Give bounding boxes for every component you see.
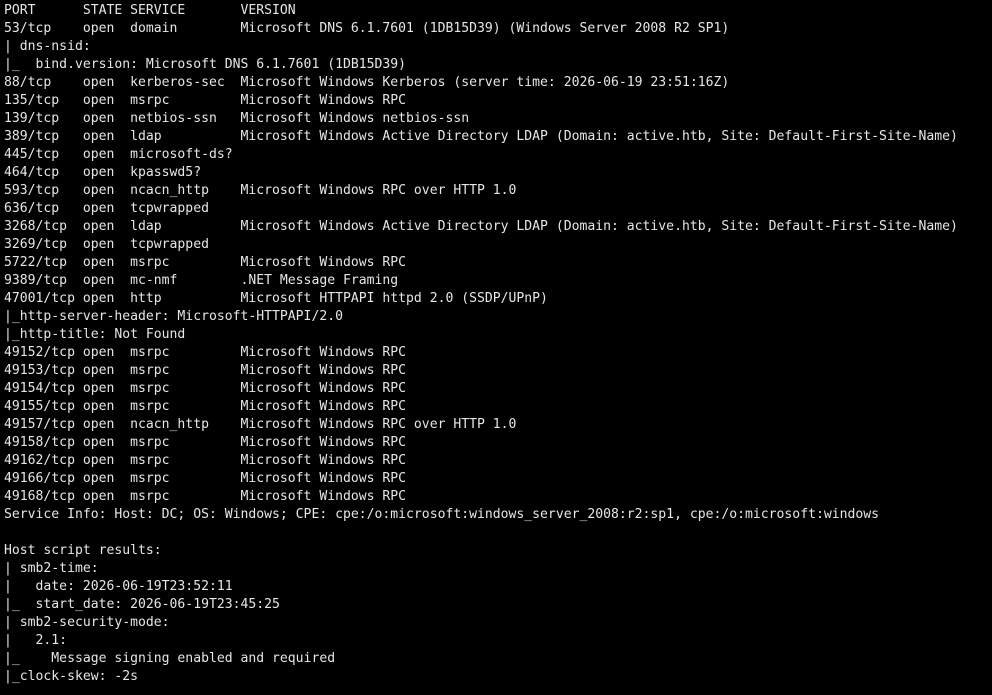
- script-output-line: |_http-title: Not Found: [4, 327, 186, 342]
- port-row-49152: 49152/tcp open msrpc Microsoft Windows R…: [4, 345, 407, 360]
- script-output-line: |_ bind.version: Microsoft DNS 6.1.7601 …: [4, 57, 407, 72]
- port-row-389: 389/tcp open ldap Microsoft Windows Acti…: [4, 129, 958, 144]
- port-row-53: 53/tcp open domain Microsoft DNS 6.1.760…: [4, 21, 730, 36]
- port-row-49158: 49158/tcp open msrpc Microsoft Windows R…: [4, 435, 407, 450]
- terminal-output[interactable]: PORT STATE SERVICE VERSION 53/tcp open d…: [0, 0, 992, 695]
- service-info-line: Service Info: Host: DC; OS: Windows; CPE…: [4, 507, 880, 522]
- script-output-line: |_clock-skew: -2s: [4, 669, 139, 684]
- port-row-49154: 49154/tcp open msrpc Microsoft Windows R…: [4, 381, 407, 396]
- port-row-5722: 5722/tcp open msrpc Microsoft Windows RP…: [4, 255, 407, 270]
- host-script-results-heading: Host script results:: [4, 543, 162, 558]
- port-row-49157: 49157/tcp open ncacn_http Microsoft Wind…: [4, 417, 517, 432]
- script-output-line: | date: 2026-06-19T23:52:11: [4, 579, 233, 594]
- script-output-line: | dns-nsid:: [4, 39, 99, 54]
- script-output-line: | smb2-security-mode:: [4, 615, 178, 630]
- port-row-49168: 49168/tcp open msrpc Microsoft Windows R…: [4, 489, 407, 504]
- port-row-636: 636/tcp open tcpwrapped: [4, 201, 209, 216]
- script-output-line: |_ start_date: 2026-06-19T23:45:25: [4, 597, 280, 612]
- port-row-49153: 49153/tcp open msrpc Microsoft Windows R…: [4, 363, 407, 378]
- script-output-line: | smb2-time:: [4, 561, 107, 576]
- port-row-593: 593/tcp open ncacn_http Microsoft Window…: [4, 183, 517, 198]
- port-row-47001: 47001/tcp open http Microsoft HTTPAPI ht…: [4, 291, 548, 306]
- port-row-49155: 49155/tcp open msrpc Microsoft Windows R…: [4, 399, 407, 414]
- script-output-line: |_ Message signing enabled and required: [4, 651, 336, 666]
- port-row-139: 139/tcp open netbios-ssn Microsoft Windo…: [4, 111, 470, 126]
- port-row-135: 135/tcp open msrpc Microsoft Windows RPC: [4, 93, 407, 108]
- table-header: PORT STATE SERVICE VERSION: [4, 3, 296, 18]
- port-row-445: 445/tcp open microsoft-ds?: [4, 147, 233, 162]
- port-row-3268: 3268/tcp open ldap Microsoft Windows Act…: [4, 219, 958, 234]
- port-row-88: 88/tcp open kerberos-sec Microsoft Windo…: [4, 75, 730, 90]
- port-row-3269: 3269/tcp open tcpwrapped: [4, 237, 209, 252]
- script-output-line: |_http-server-header: Microsoft-HTTPAPI/…: [4, 309, 343, 324]
- port-row-464: 464/tcp open kpasswd5?: [4, 165, 202, 180]
- port-row-49162: 49162/tcp open msrpc Microsoft Windows R…: [4, 453, 407, 468]
- script-output-line: | 2.1:: [4, 633, 75, 648]
- port-row-49166: 49166/tcp open msrpc Microsoft Windows R…: [4, 471, 407, 486]
- port-row-9389: 9389/tcp open mc-nmf .NET Message Framin…: [4, 273, 399, 288]
